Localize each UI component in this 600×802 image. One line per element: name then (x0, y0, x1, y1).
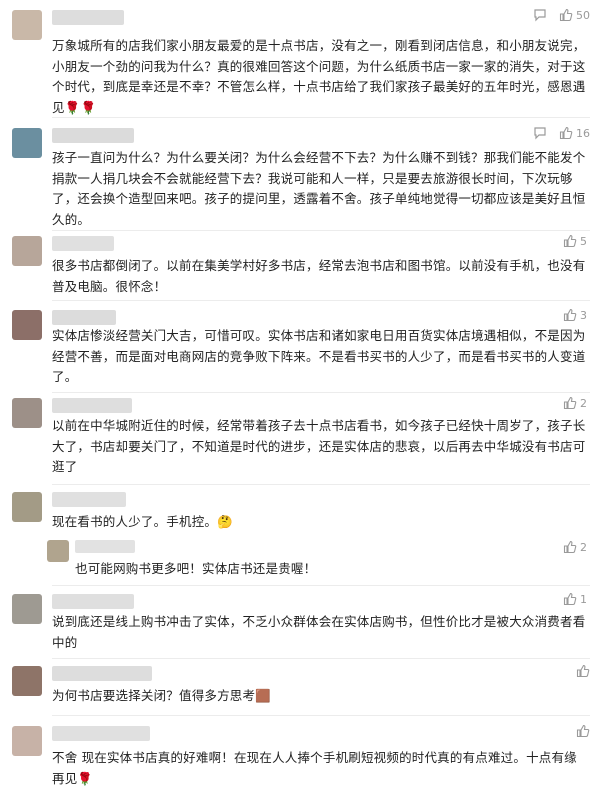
like-icon[interactable] (563, 308, 577, 322)
divider (52, 484, 590, 485)
divider (52, 715, 590, 716)
comment-item: 1 说到底还是线上购书冲击了实体，不乏小众群体会在实体店购书，但性价比才是被大众… (0, 590, 600, 658)
like-icon[interactable] (563, 540, 577, 554)
divider (52, 658, 590, 659)
comment-text: 说到底还是线上购书冲击了实体，不乏小众群体会在实体店购书，但性价比才是被大众消费… (52, 614, 586, 650)
comment-actions: 50 (533, 8, 590, 22)
comment-item: 3 实体店惨淡经营关门大吉，可惜可叹。实体书店和诸如家电日用百货实体店境遇相似，… (0, 306, 600, 396)
avatar[interactable] (12, 10, 42, 40)
reply-item: 2 也可能网购书更多吧！实体店书还是贵喔！ (47, 538, 600, 582)
avatar[interactable] (47, 540, 69, 562)
avatar[interactable] (12, 594, 42, 624)
like-icon[interactable] (559, 126, 573, 140)
like-icon[interactable] (563, 234, 577, 248)
like-count: 3 (580, 308, 587, 322)
comment-actions: 2 (563, 396, 590, 410)
comment-text: 为何书店要选择关闭？值得多方思考🟫 (52, 688, 271, 703)
comment-text: 现在看书的人少了。手机控。🤔 (52, 514, 233, 529)
avatar[interactable] (12, 726, 42, 756)
username[interactable] (52, 310, 116, 325)
reply-icon[interactable] (533, 8, 547, 22)
avatar[interactable] (12, 666, 42, 696)
avatar[interactable] (12, 398, 42, 428)
comment-actions (576, 664, 590, 678)
comment-item: 为何书店要选择关闭？值得多方思考🟫 (0, 662, 600, 712)
username[interactable] (75, 540, 135, 553)
comment-actions (576, 724, 590, 738)
like-count: 2 (580, 396, 587, 410)
comment-text: 很多书店都倒闭了。以前在集美学村好多书店，经常去泡书店和图书馆。以前没有手机，也… (52, 258, 586, 294)
username[interactable] (52, 398, 132, 413)
comment-item: 不舍 现在实体书店真的好难啊！在现在人人捧个手机刷短视频的时代真的有点难过。十点… (0, 722, 600, 800)
reply-icon[interactable] (533, 126, 547, 140)
divider (52, 230, 590, 231)
avatar[interactable] (12, 310, 42, 340)
like-icon[interactable] (576, 664, 590, 678)
divider (52, 392, 590, 393)
username[interactable] (52, 236, 114, 251)
comment-text: 万象城所有的店我们家小朋友最爱的是十点书店，没有之一，刚看到闭店信息，和小朋友说… (52, 38, 586, 115)
comment-actions: 1 (563, 592, 590, 606)
comment-item: 2 以前在中华城附近住的时候，经常带着孩子去十点书店看书，如今孩子已经快十周岁了… (0, 394, 600, 484)
like-icon[interactable] (576, 724, 590, 738)
avatar[interactable] (12, 128, 42, 158)
comment-actions: 16 (533, 126, 590, 140)
comment-text: 也可能网购书更多吧！实体店书还是贵喔！ (75, 561, 317, 576)
like-count: 5 (580, 234, 587, 248)
comment-item: 16 孩子一直问为什么？为什么要关闭？为什么会经营不下去？为什么赚不到钱？那我们… (0, 124, 600, 234)
comment-item: 50 万象城所有的店我们家小朋友最爱的是十点书店，没有之一，刚看到闭店信息，和小… (0, 6, 600, 116)
username[interactable] (52, 594, 134, 609)
like-count: 50 (576, 8, 590, 22)
username[interactable] (52, 666, 152, 681)
divider (52, 585, 590, 586)
like-icon[interactable] (563, 396, 577, 410)
divider (52, 300, 590, 301)
username[interactable] (52, 726, 150, 741)
username[interactable] (52, 10, 124, 25)
comment-text: 以前在中华城附近住的时候，经常带着孩子去十点书店看书，如今孩子已经快十周岁了，孩… (52, 418, 586, 474)
comment-text: 不舍 现在实体书店真的好难啊！在现在人人捧个手机刷短视频的时代真的有点难过。十点… (52, 750, 577, 786)
like-icon[interactable] (559, 8, 573, 22)
comment-text: 实体店惨淡经营关门大吉，可惜可叹。实体书店和诸如家电日用百货实体店境遇相似，不是… (52, 328, 586, 384)
comment-actions: 2 (563, 540, 590, 554)
comment-item: 现在看书的人少了。手机控。🤔 (0, 488, 600, 534)
avatar[interactable] (12, 236, 42, 266)
comment-item: 5 很多书店都倒闭了。以前在集美学村好多书店，经常去泡书店和图书馆。以前没有手机… (0, 232, 600, 298)
like-count: 1 (580, 592, 587, 606)
avatar[interactable] (12, 492, 42, 522)
username[interactable] (52, 128, 134, 143)
like-count: 2 (580, 540, 587, 554)
comment-actions: 5 (563, 234, 590, 248)
divider (52, 117, 590, 118)
comment-actions: 3 (563, 308, 590, 322)
like-count: 16 (576, 126, 590, 140)
username[interactable] (52, 492, 126, 507)
comment-text: 孩子一直问为什么？为什么要关闭？为什么会经营不下去？为什么赚不到钱？那我们能不能… (52, 150, 586, 227)
like-icon[interactable] (563, 592, 577, 606)
